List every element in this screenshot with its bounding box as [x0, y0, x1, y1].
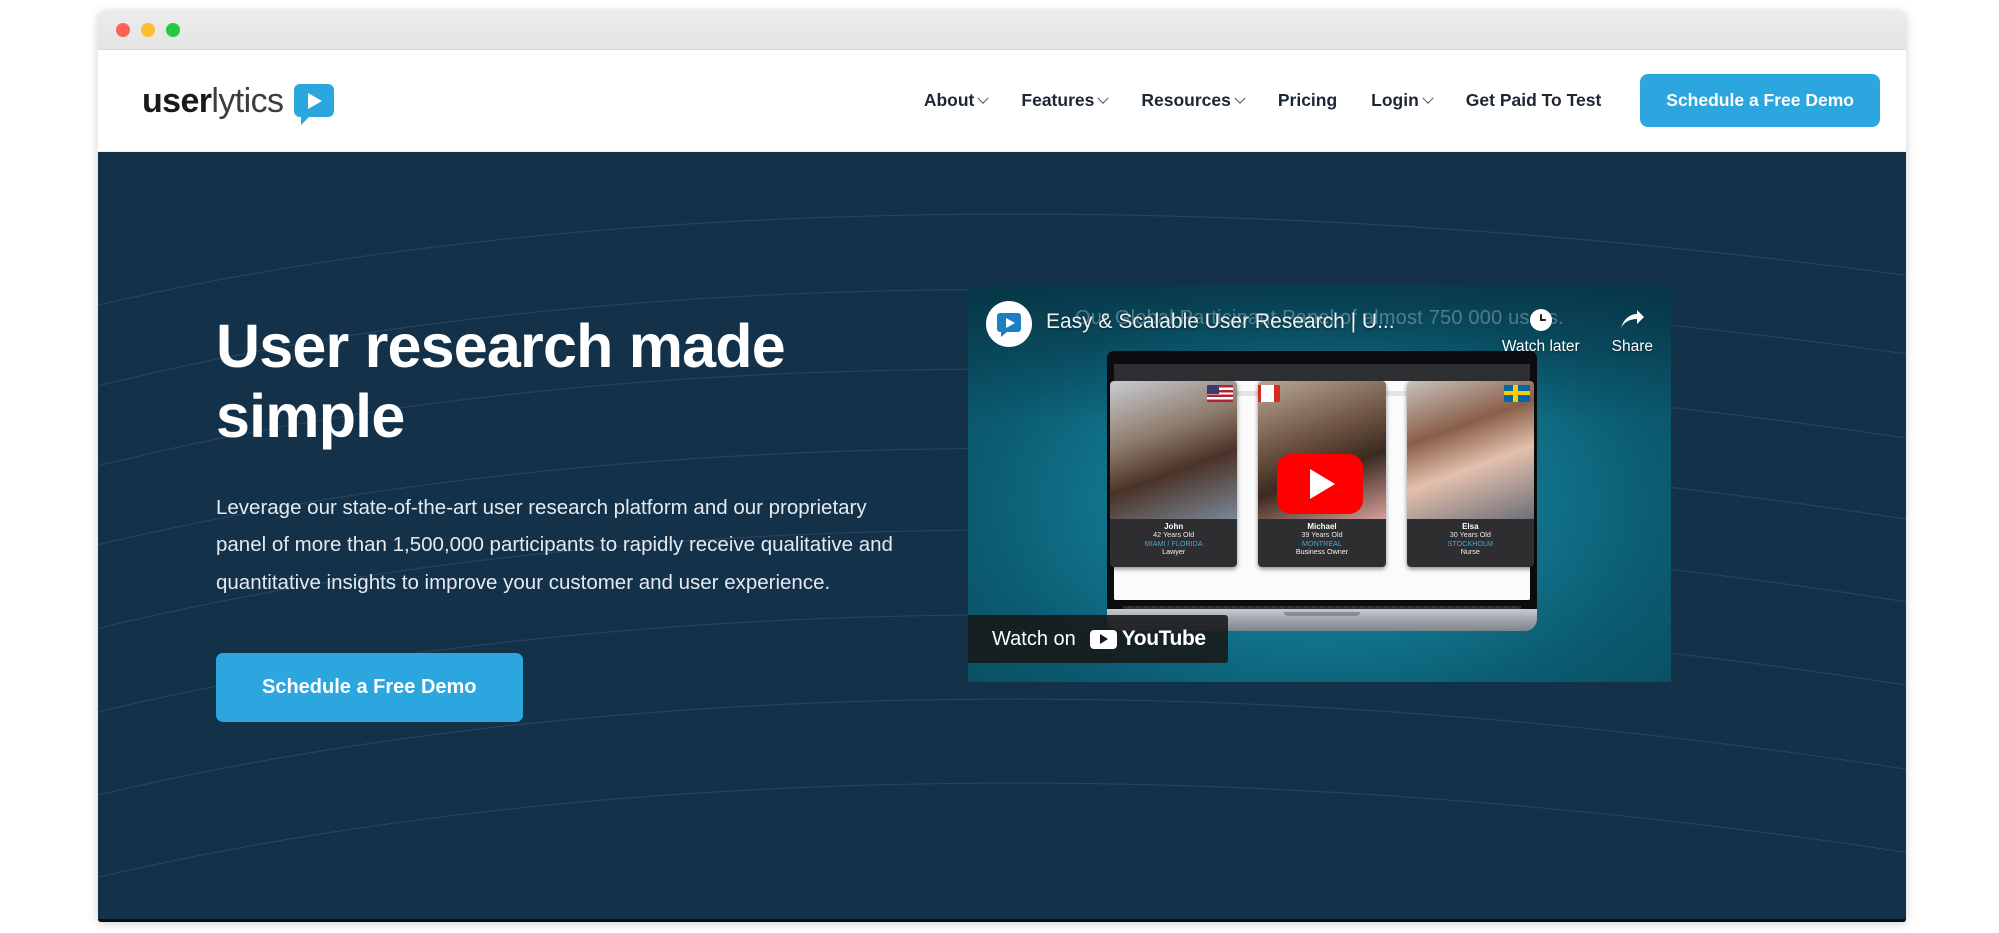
- nav-label-features: Features: [1021, 90, 1095, 110]
- nav-item-login[interactable]: Login: [1354, 80, 1449, 121]
- participant-card: Elsa 30 Years Old STOCKHOLM Nurse: [1406, 381, 1534, 567]
- site-logo[interactable]: userlytics: [142, 81, 335, 125]
- chevron-down-icon: [977, 92, 990, 104]
- channel-avatar[interactable]: [986, 301, 1032, 347]
- chevron-down-icon: [1097, 92, 1110, 104]
- chevron-down-icon: [1422, 92, 1434, 104]
- flag-ca-icon: [1258, 385, 1281, 402]
- chevron-down-icon: [1234, 92, 1246, 104]
- logo-text-bold: user: [142, 81, 212, 120]
- youtube-play-button[interactable]: [1276, 453, 1363, 514]
- site-header: userlytics About Features Resources Pric…: [98, 50, 1906, 152]
- nav-item-about[interactable]: About: [907, 80, 1005, 121]
- minimize-window-button[interactable]: [141, 23, 155, 37]
- youtube-label: YouTube: [1121, 627, 1206, 650]
- participant-job: Lawyer: [1162, 547, 1186, 557]
- participant-job: Business Owner: [1295, 547, 1349, 557]
- nav-item-features[interactable]: Features: [1004, 80, 1124, 121]
- logo-text-light: lytics: [211, 81, 284, 120]
- window-controls: [116, 23, 180, 37]
- watch-later-button[interactable]: Watch later: [1502, 307, 1580, 356]
- video-title[interactable]: Easy & Scalable User Research | U...: [1046, 310, 1395, 334]
- watch-later-label: Watch later: [1501, 338, 1580, 355]
- page-bottom-strip: [98, 919, 1906, 922]
- header-schedule-demo-button[interactable]: Schedule a Free Demo: [1640, 74, 1880, 127]
- main-navigation: About Features Resources Pricing Login G…: [907, 74, 1880, 127]
- youtube-play-icon: [1089, 629, 1117, 649]
- maximize-window-button[interactable]: [166, 23, 180, 37]
- share-icon: [1621, 310, 1645, 328]
- browser-window: userlytics About Features Resources Pric…: [98, 10, 1906, 922]
- nav-item-get-paid-to-test[interactable]: Get Paid To Test: [1449, 80, 1618, 121]
- browser-titlebar: [98, 10, 1906, 50]
- nav-label-resources: Resources: [1141, 90, 1231, 110]
- nav-label-get-paid-to-test: Get Paid To Test: [1465, 90, 1602, 110]
- participant-card: John 42 Years Old MIAMI / FLORIDA Lawyer: [1110, 381, 1238, 567]
- nav-label-pricing: Pricing: [1277, 90, 1338, 110]
- share-button[interactable]: Share: [1612, 307, 1653, 356]
- nav-label-about: About: [923, 90, 975, 110]
- clock-icon: [1529, 309, 1552, 331]
- flag-se-icon: [1503, 385, 1530, 402]
- share-label: Share: [1611, 338, 1653, 355]
- youtube-actions: Watch later Share: [1502, 301, 1653, 356]
- close-window-button[interactable]: [116, 23, 130, 37]
- youtube-video-embed[interactable]: Our Global Participant Panel of almost 7…: [968, 285, 1671, 682]
- userlytics-play-icon: [294, 84, 335, 125]
- hero-subtitle: Leverage our state-of-the-art user resea…: [216, 496, 893, 594]
- hero-copy: User research made simple Leverage our s…: [216, 152, 916, 722]
- flag-us-icon: [1207, 385, 1234, 402]
- nav-label-login: Login: [1371, 90, 1419, 110]
- watch-on-youtube-button[interactable]: Watch on YouTube: [968, 615, 1228, 663]
- hero-schedule-demo-button[interactable]: Schedule a Free Demo: [216, 652, 523, 722]
- youtube-top-overlay: Easy & Scalable User Research | U... Wat…: [968, 285, 1671, 377]
- watch-on-label: Watch on: [992, 627, 1076, 650]
- hero-section: User research made simple Leverage our s…: [98, 152, 1906, 922]
- participant-job: Nurse: [1460, 547, 1480, 557]
- hero-title: User research made simple: [216, 312, 786, 450]
- nav-item-pricing[interactable]: Pricing: [1261, 80, 1354, 121]
- nav-item-resources[interactable]: Resources: [1124, 80, 1261, 121]
